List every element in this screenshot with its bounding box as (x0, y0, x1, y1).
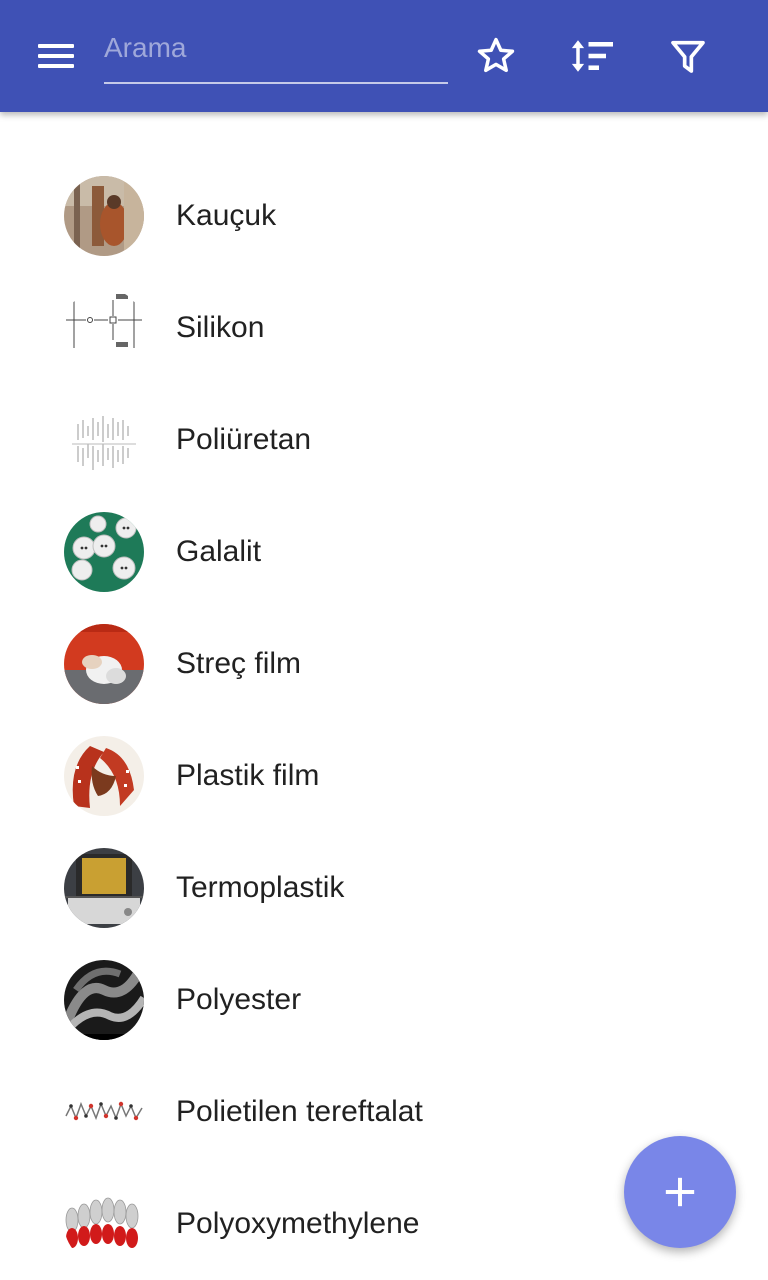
add-button[interactable] (624, 1136, 736, 1248)
search-input[interactable] (104, 28, 444, 68)
material-list: Kauçuk Silikon Poliüretan Galalit Streç … (0, 160, 768, 1280)
list-item[interactable]: Streç film (0, 608, 768, 720)
item-thumbnail (64, 288, 144, 368)
item-label: Galalit (176, 535, 262, 568)
item-label: Polietilen tereftalat (176, 1095, 423, 1128)
item-thumbnail (64, 848, 144, 928)
list-item[interactable]: Termoplastik (0, 832, 768, 944)
app-bar (0, 0, 768, 112)
item-thumbnail (64, 512, 144, 592)
item-thumbnail (64, 400, 144, 480)
item-label: Plastik film (176, 759, 320, 792)
list-item[interactable]: Poliüretan (0, 384, 768, 496)
item-thumbnail (64, 1184, 144, 1264)
item-thumbnail (64, 960, 144, 1040)
filter-icon (671, 40, 705, 73)
item-label: Polyoxymethylene (176, 1207, 420, 1240)
list-item[interactable]: Galalit (0, 496, 768, 608)
item-label: Termoplastik (176, 871, 345, 904)
list-item[interactable]: Kauçuk (0, 160, 768, 272)
list-item[interactable]: Silikon (0, 272, 768, 384)
star-outline-icon (477, 37, 515, 73)
favorites-button[interactable] (468, 28, 524, 84)
item-thumbnail (64, 736, 144, 816)
list-item[interactable]: Plastik film (0, 720, 768, 832)
list-item[interactable]: Polyester (0, 944, 768, 1056)
item-label: Polyester (176, 983, 302, 1016)
sort-icon (571, 40, 613, 72)
sort-button[interactable] (564, 28, 620, 84)
menu-button[interactable] (28, 34, 84, 78)
hamburger-menu-icon (38, 44, 74, 48)
item-thumbnail (64, 1072, 144, 1152)
search-field (104, 22, 448, 84)
item-label: Poliüretan (176, 423, 312, 456)
item-thumbnail (64, 176, 144, 256)
item-thumbnail (64, 624, 144, 704)
item-label: Kauçuk (176, 199, 277, 232)
plus-icon (665, 1177, 695, 1207)
item-label: Streç film (176, 647, 302, 680)
item-label: Silikon (176, 311, 265, 344)
filter-button[interactable] (660, 28, 716, 84)
